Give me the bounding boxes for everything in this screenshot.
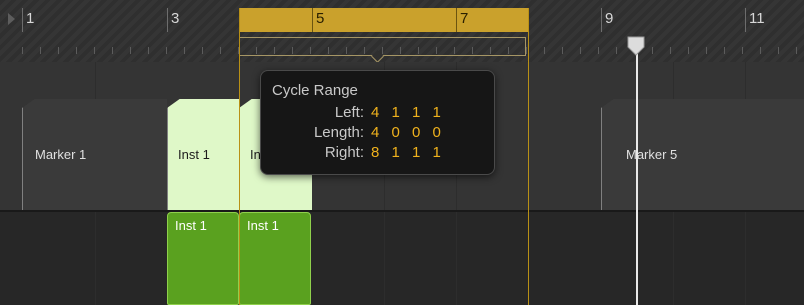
ruler-beat-tick [796, 47, 797, 54]
cycle-end-line [528, 8, 529, 305]
instrument-track [0, 212, 804, 305]
ruler-beat-tick [184, 47, 185, 54]
ruler-beat-tick [670, 47, 671, 54]
ruler-beat-tick [130, 47, 131, 54]
ruler-beat-tick [652, 47, 653, 54]
ruler-beat-tick [526, 47, 527, 54]
marker-label: Inst 1 [178, 147, 210, 162]
ruler-beat-tick [544, 47, 545, 54]
region-label: Inst 1 [247, 218, 279, 233]
ruler-bar-number: 9 [605, 10, 614, 27]
track-divider [0, 210, 804, 212]
region-inst-1[interactable]: Inst 1 [167, 212, 239, 305]
ruler-beat-tick [148, 47, 149, 54]
ruler-beat-tick [688, 47, 689, 54]
marker-inst-1[interactable]: Inst 1 [167, 98, 240, 210]
playhead-handle-icon[interactable] [626, 36, 646, 56]
ruler-beat-tick [724, 47, 725, 54]
ruler-beat-tick [598, 47, 599, 54]
marker-notch [601, 98, 615, 108]
ruler-beat-tick [58, 47, 59, 54]
ruler-bar-number: 1 [26, 10, 35, 27]
ruler-beat-tick [94, 47, 95, 54]
ruler-beat-tick [742, 47, 743, 54]
ruler-beat-tick [40, 47, 41, 54]
ruler-bar-number: 7 [460, 10, 469, 27]
tooltip-left-value: 4 1 1 1 [371, 104, 445, 121]
ruler-beat-tick [220, 47, 221, 54]
tooltip-right-value: 8 1 1 1 [371, 144, 445, 161]
tooltip-title: Cycle Range [272, 82, 358, 99]
ruler-bar-number: 5 [316, 10, 325, 27]
ruler-beat-tick [616, 47, 617, 54]
ruler-beat-tick [706, 47, 707, 54]
cycle-range-outline[interactable] [239, 37, 526, 56]
ruler-beat-tick [112, 47, 113, 54]
ruler-beat-tick [778, 47, 779, 54]
marker-5[interactable]: Marker 5 [601, 98, 804, 210]
cycle-range-band[interactable] [239, 8, 529, 32]
ruler-beat-tick [562, 47, 563, 54]
marker-notch [22, 98, 36, 108]
ruler-beat-tick [76, 47, 77, 54]
ruler-bar-number: 11 [749, 10, 765, 27]
cycle-range-tooltip: Cycle Range Left: 4 1 1 1 Length: 4 0 0 … [260, 70, 495, 175]
tooltip-row-right: Right: 8 1 1 1 [261, 144, 496, 164]
tooltip-row-length: Length: 4 0 0 0 [261, 124, 496, 144]
cycle-start-line [239, 8, 240, 305]
region-label: Inst 1 [175, 218, 207, 233]
tooltip-right-label: Right: [324, 144, 364, 161]
tooltip-row-left: Left: 4 1 1 1 [261, 104, 496, 124]
ruler-bar-number: 3 [171, 10, 180, 27]
tooltip-left-label: Left: [334, 104, 364, 121]
tooltip-length-value: 4 0 0 0 [371, 124, 445, 141]
tracks-area: 1 3 5 7 9 11 Marker 1 Inst 1 Inst 1 [0, 0, 804, 305]
marker-1[interactable]: Marker 1 [22, 98, 168, 210]
ruler[interactable]: 1 3 5 7 9 11 [0, 0, 804, 62]
playhead-line [636, 54, 638, 305]
ruler-beat-tick [202, 47, 203, 54]
ruler-beat-tick [166, 47, 167, 54]
marker-label: Marker 5 [626, 147, 678, 162]
tooltip-length-label: Length: [313, 124, 364, 141]
scroll-left-arrow-icon[interactable] [8, 13, 15, 25]
ruler-beat-tick [580, 47, 581, 54]
marker-label: Marker 1 [35, 147, 87, 162]
ruler-beat-tick [22, 47, 23, 54]
ruler-beat-tick [760, 47, 761, 54]
region-inst-1-second[interactable]: Inst 1 [239, 212, 311, 305]
